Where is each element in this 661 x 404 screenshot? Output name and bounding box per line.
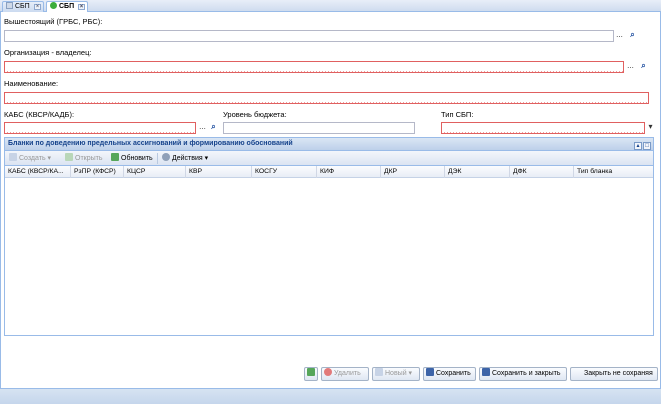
close-tab-icon[interactable]: × <box>34 4 41 10</box>
search-icon[interactable]: ⌕ <box>627 30 638 42</box>
status-bar <box>0 388 661 404</box>
column-header[interactable]: ДКР <box>381 166 445 178</box>
owner-field[interactable] <box>4 61 624 73</box>
grid-header-row: КАБС (КВСР/КА... РзПР (КФСР) КЦСР КВР КО… <box>5 166 653 178</box>
tab-sbp-1[interactable]: СБП × <box>2 1 44 12</box>
delete-button[interactable]: Удалить <box>321 367 369 381</box>
save-icon <box>482 368 490 376</box>
create-icon <box>9 153 17 161</box>
budget-level-field[interactable] <box>223 122 415 134</box>
open-button[interactable]: Открыть <box>65 153 103 164</box>
delete-label: Удалить <box>334 370 361 377</box>
create-label: Создать <box>19 155 46 162</box>
column-header[interactable]: КЦСР <box>124 166 186 178</box>
gear-icon <box>162 153 170 161</box>
open-label: Открыть <box>75 155 103 162</box>
grid-title: Бланки по доведению предельных ассигнова… <box>8 140 293 147</box>
refresh-button[interactable]: Обновить <box>111 153 153 164</box>
tab-label: СБП <box>59 3 75 10</box>
refresh-icon <box>307 368 315 376</box>
actions-label: Действия <box>172 155 203 162</box>
column-header[interactable]: КВР <box>186 166 252 178</box>
toolbar-separator <box>157 153 158 164</box>
owner-label: Организация - владелец: <box>4 48 92 57</box>
superior-ellipsis-button[interactable]: ... <box>614 30 625 42</box>
column-header[interactable]: КИФ <box>317 166 381 178</box>
new-icon <box>375 368 383 376</box>
actions-button[interactable]: Действия ▾ <box>162 153 208 164</box>
close-nosave-button[interactable]: Закрыть не сохраняя <box>570 367 658 381</box>
search-icon[interactable]: ⌕ <box>208 122 219 134</box>
refresh-icon <box>111 153 119 161</box>
budget-level-label: Уровень бюджета: <box>223 110 287 119</box>
column-header[interactable]: РзПР (КФСР) <box>71 166 124 178</box>
column-header[interactable]: ДФК <box>510 166 574 178</box>
superior-label: Вышестоящий (ГРБС, РБС): <box>4 17 103 26</box>
column-header[interactable]: Тип бланка <box>574 166 653 178</box>
delete-icon <box>324 368 332 376</box>
grid-title-bar: Бланки по доведению предельных ассигнова… <box>5 138 653 151</box>
sbp-type-select[interactable] <box>441 122 645 134</box>
save-label: Сохранить <box>436 370 471 377</box>
name-label: Наименование: <box>4 79 59 88</box>
superior-field[interactable] <box>4 30 614 42</box>
kbs-ellipsis-button[interactable]: ... <box>197 122 208 134</box>
create-button[interactable]: Создать ▾ <box>9 153 51 164</box>
column-header[interactable]: КОСГУ <box>252 166 317 178</box>
document-icon <box>6 2 13 9</box>
maximize-icon[interactable]: □ <box>643 142 651 150</box>
new-label: Новый <box>385 370 407 377</box>
open-icon <box>65 153 73 161</box>
kbs-field[interactable] <box>4 122 196 134</box>
close-nosave-label: Закрыть не сохраняя <box>584 370 653 377</box>
new-button[interactable]: Новый ▾ <box>372 367 420 381</box>
grid-toolbar: Создать ▾ Открыть Обновить Действия ▾ <box>5 151 653 166</box>
chevron-down-icon[interactable]: ▾ <box>645 122 656 134</box>
tab-label: СБП <box>15 3 30 10</box>
save-close-button[interactable]: Сохранить и закрыть <box>479 367 567 381</box>
search-icon[interactable]: ⌕ <box>638 61 649 73</box>
save-button[interactable]: Сохранить <box>423 367 476 381</box>
gear-green-icon <box>50 2 57 9</box>
refresh-form-button[interactable] <box>304 367 318 381</box>
column-header[interactable]: КАБС (КВСР/КА... <box>5 166 71 178</box>
owner-ellipsis-button[interactable]: ... <box>625 61 636 73</box>
collapse-icon[interactable]: ▴ <box>634 142 642 150</box>
column-header[interactable]: ДЭК <box>445 166 510 178</box>
save-close-label: Сохранить и закрыть <box>492 370 561 377</box>
close-tab-icon[interactable]: × <box>78 4 85 10</box>
save-icon <box>426 368 434 376</box>
kbs-label: КАБС (КВСР/КАДБ): <box>4 110 75 119</box>
name-field[interactable] <box>4 92 649 104</box>
refresh-label: Обновить <box>121 155 153 162</box>
sbp-type-label: Тип СБП: <box>441 110 474 119</box>
blanks-grid: Бланки по доведению предельных ассигнова… <box>4 137 654 336</box>
tab-bar: СБП × СБП × <box>0 0 661 13</box>
